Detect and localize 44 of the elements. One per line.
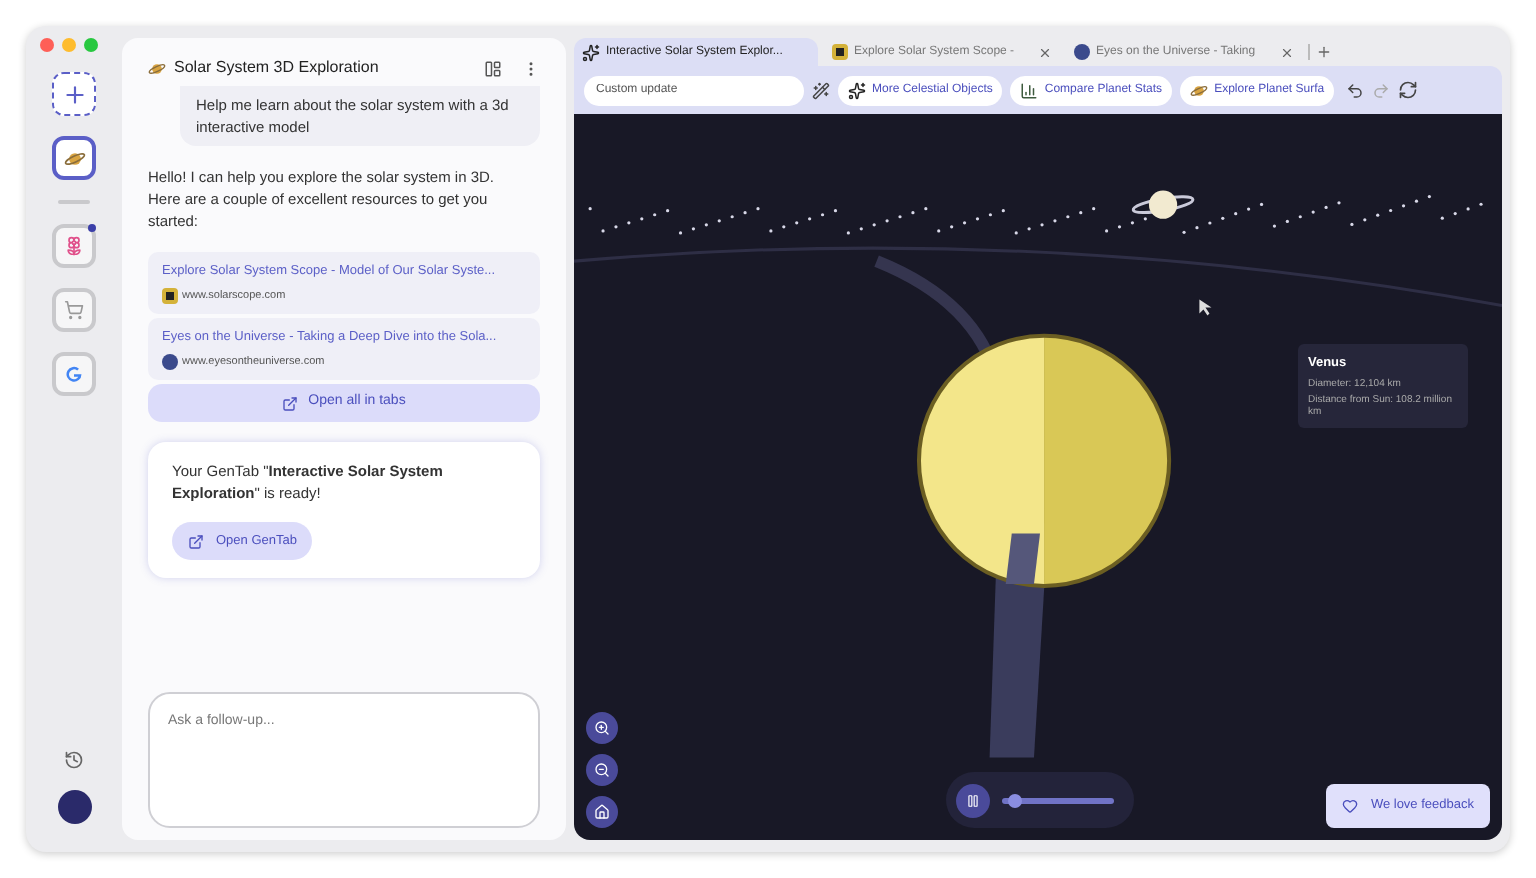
cart-icon	[64, 300, 84, 320]
sparkle-icon	[848, 81, 866, 99]
home-button[interactable]	[586, 796, 618, 828]
planet-icon	[1190, 81, 1209, 99]
planet-icon	[63, 147, 85, 169]
sparkle-icon	[582, 43, 600, 61]
flower-icon	[64, 236, 84, 256]
globe-icon	[162, 353, 178, 370]
planet-icon	[148, 59, 166, 77]
add-icon	[61, 81, 87, 107]
close-window-button[interactable]	[40, 38, 54, 52]
panel-layout-icon[interactable]	[484, 59, 502, 77]
rail-tab-button[interactable]	[52, 136, 96, 180]
zoom-out-button[interactable]	[586, 754, 618, 786]
rail-tab-button[interactable]	[52, 224, 96, 268]
undo-icon[interactable]	[1346, 81, 1365, 99]
google-icon	[64, 364, 84, 384]
external-link-icon	[282, 395, 299, 411]
new-chat-button[interactable]	[52, 72, 96, 116]
history-icon[interactable]	[64, 750, 84, 770]
pause-button[interactable]	[956, 783, 990, 817]
chat-title: Solar System 3D Exploration	[174, 56, 381, 80]
saturn-drawing[interactable]	[1131, 190, 1195, 219]
zoom-out-icon	[594, 762, 610, 778]
cursor-icon	[1199, 299, 1212, 316]
external-link-icon	[188, 533, 204, 549]
chart-icon	[1020, 81, 1039, 99]
zoom-in-button[interactable]	[586, 712, 618, 744]
magic-wand-icon[interactable]	[812, 81, 830, 99]
speed-slider-thumb[interactable]	[1008, 793, 1023, 807]
pause-icon	[966, 793, 980, 807]
close-tab-icon[interactable]	[1280, 45, 1294, 59]
user-avatar[interactable]	[57, 790, 91, 824]
heart-icon	[1342, 798, 1359, 814]
site-icon	[832, 44, 848, 60]
home-icon	[594, 804, 610, 820]
close-tab-icon[interactable]	[1038, 45, 1052, 59]
refresh-icon[interactable]	[1398, 80, 1419, 100]
new-tab-icon[interactable]	[1316, 44, 1332, 60]
venus-drawing[interactable]	[916, 333, 1172, 588]
zoom-in-icon	[594, 720, 610, 736]
rail-tab-button[interactable]	[52, 352, 96, 396]
globe-icon	[1074, 44, 1090, 60]
site-icon	[162, 287, 178, 304]
